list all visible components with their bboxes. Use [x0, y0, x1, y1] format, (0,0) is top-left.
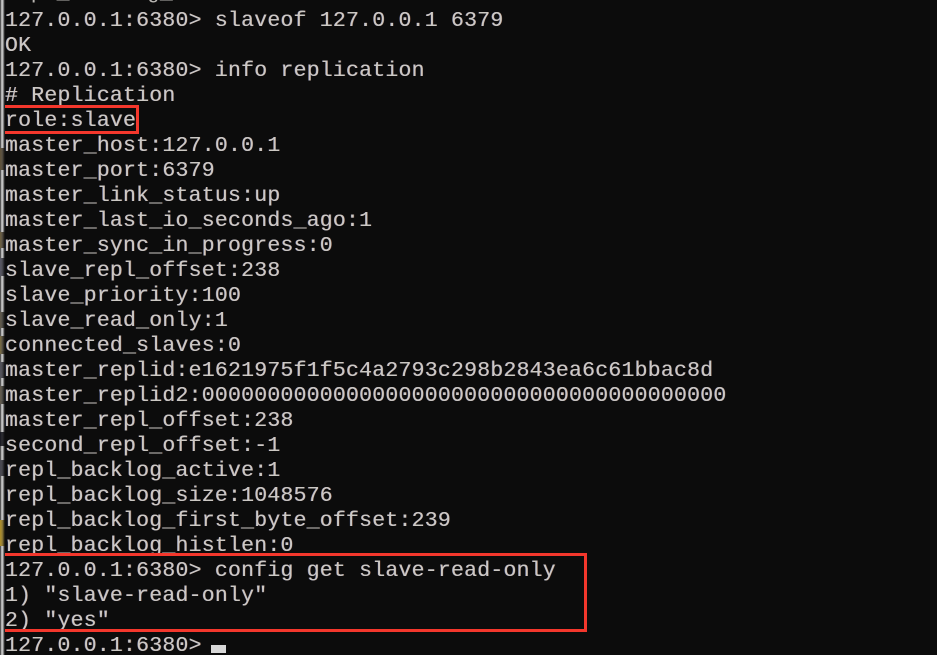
terminal-output[interactable]: 127.0.0.1:6380> slaveof 127.0.0.1 6379 OK… — [0, 0, 937, 655]
terminal-line-text: 2) "yes" — [5, 609, 110, 633]
terminal-line-text: 1) "slave-read-only" — [5, 584, 268, 608]
terminal-line: master_repl_offset:238 — [5, 406, 294, 433]
terminal-line-text: role:slave — [5, 109, 137, 133]
edge-artifact-2 — [0, 232, 5, 248]
terminal-line-text: master_port:6379 — [5, 159, 215, 183]
terminal-line-text: master_replid:e1621975f1f5c4a2793c298b28… — [5, 359, 714, 383]
terminal-line-text: second_repl_offset:-1 — [5, 434, 281, 458]
terminal-line: 127.0.0.1:6380> config get slave-read-on… — [5, 556, 556, 583]
terminal-line-text: repl_backlog_first_byte_offset:239 — [5, 509, 451, 533]
terminal-line: repl_backlog_histlen:0 — [5, 531, 294, 558]
terminal-line: master_link_status:up — [5, 181, 281, 208]
terminal-line-text: # Replication — [5, 84, 176, 108]
terminal-line: master_replid:e1621975f1f5c4a2793c298b28… — [5, 356, 714, 383]
edge-artifact-5 — [0, 336, 5, 354]
terminal-line-text: OK — [5, 34, 32, 58]
terminal-line: master_port:6379 — [5, 156, 215, 183]
terminal-line-text: 127.0.0.1:6380> slaveof 127.0.0.1 6379 — [5, 9, 504, 33]
terminal-line-text: master_replid2:0000000000000000000000000… — [5, 384, 727, 408]
terminal-line-text: repl_backlog_active:1 — [5, 459, 281, 483]
terminal-line: repl_backlog_active:1 — [5, 456, 281, 483]
edge-artifact-6 — [0, 362, 5, 378]
terminal-line-text: connected_slaves:0 — [5, 334, 242, 358]
edge-artifact-3 — [0, 258, 5, 276]
block-cursor — [211, 645, 226, 653]
edge-artifact-4 — [0, 312, 5, 328]
terminal-line: repl_backlog_first_byte_offset:239 — [5, 506, 451, 533]
edge-artifact-7 — [0, 386, 5, 404]
terminal-line-text: 127.0.0.1:6380> — [5, 634, 215, 655]
terminal-line: 127.0.0.1:6380> slaveof 127.0.0.1 6379 — [5, 6, 504, 33]
terminal-line: second_repl_offset:-1 — [5, 431, 281, 458]
terminal-line-text: 127.0.0.1:6380> info replication — [5, 59, 425, 83]
edge-artifact-8 — [0, 432, 5, 446]
terminal-line: 1) "slave-read-only" — [5, 581, 268, 608]
terminal-line: slave_repl_offset:238 — [5, 256, 281, 283]
terminal-line-text: slave_read_only:1 — [5, 309, 228, 333]
terminal-line: master_last_io_seconds_ago:1 — [5, 206, 373, 233]
terminal-line-text: master_link_status:up — [5, 184, 281, 208]
terminal-line: 127.0.0.1:6380> info replication — [5, 56, 425, 83]
terminal-line: master_host:127.0.0.1 — [5, 131, 281, 158]
edge-artifact-1 — [0, 148, 5, 170]
terminal-line-text: slave_priority:100 — [5, 284, 242, 308]
terminal-line-text: master_repl_offset:238 — [5, 409, 294, 433]
terminal-line: slave_read_only:1 — [5, 306, 228, 333]
terminal-line: repl_backlog_size:1048576 — [5, 481, 333, 508]
terminal-line: 2) "yes" — [5, 606, 110, 633]
terminal-line: OK — [5, 31, 32, 58]
terminal-line-text: master_sync_in_progress:0 — [5, 234, 333, 258]
terminal-window[interactable]: repl_backlog_histlen:0 127.0.0.1:6380> s… — [0, 0, 937, 655]
edge-artifact-9 — [0, 460, 5, 476]
terminal-line-text: master_last_io_seconds_ago:1 — [5, 209, 373, 233]
terminal-line: role:slave — [5, 106, 137, 133]
terminal-line: slave_priority:100 — [5, 281, 242, 308]
terminal-line: 127.0.0.1:6380> — [5, 631, 215, 655]
terminal-line-text: master_host:127.0.0.1 — [5, 134, 281, 158]
terminal-line: connected_slaves:0 — [5, 331, 242, 358]
terminal-line: # Replication — [5, 81, 176, 108]
terminal-line: master_sync_in_progress:0 — [5, 231, 333, 258]
terminal-line-text: 127.0.0.1:6380> config get slave-read-on… — [5, 559, 556, 583]
edge-artifact-10 — [0, 520, 5, 546]
terminal-line-text: slave_repl_offset:238 — [5, 259, 281, 283]
terminal-line-text: repl_backlog_histlen:0 — [5, 534, 294, 558]
terminal-line: master_replid2:0000000000000000000000000… — [5, 381, 727, 408]
terminal-line-text: repl_backlog_size:1048576 — [5, 484, 333, 508]
